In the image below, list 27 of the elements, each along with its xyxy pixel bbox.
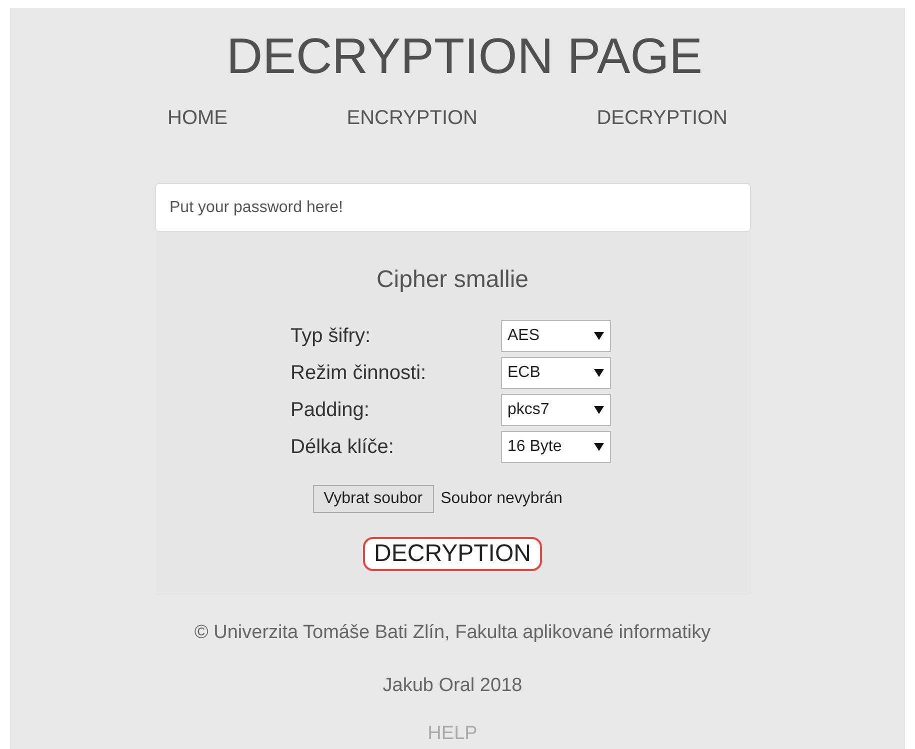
- select-dropdown[interactable]: AES: [500, 320, 610, 352]
- field-label: Padding:: [290, 398, 370, 423]
- select-dropdown[interactable]: 16 Byte: [500, 431, 610, 463]
- field-label: Délka klíče:: [290, 435, 395, 460]
- page-title: DECRYPTION PAGE: [226, 28, 703, 84]
- dropdown-arrow-icon: [594, 369, 604, 377]
- select-dropdown[interactable]: pkcs7: [500, 394, 610, 426]
- select-value: 16 Byte: [508, 437, 562, 457]
- decryption-button[interactable]: DECRYPTION: [363, 537, 542, 571]
- panel-heading: Cipher smallie: [376, 266, 529, 294]
- copyright-text: © Univerzita Tomáše Bati Zlín, Fakulta aplikované informatiky: [194, 621, 711, 645]
- password-field[interactable]: Put your password here!: [154, 183, 750, 232]
- author-text: Jakub Oral 2018: [382, 674, 522, 698]
- dropdown-arrow-icon: [594, 443, 604, 451]
- nav-link[interactable]: HOME: [168, 106, 228, 130]
- field-label: Typ šifry:: [290, 324, 372, 349]
- dropdown-arrow-icon: [594, 332, 604, 340]
- dropdown-arrow-icon: [594, 406, 604, 414]
- nav-link[interactable]: ENCRYPTION: [346, 106, 478, 130]
- select-value: ECB: [508, 363, 540, 383]
- nav-link[interactable]: DECRYPTION: [596, 106, 728, 130]
- select-dropdown[interactable]: ECB: [500, 357, 610, 389]
- file-status: Soubor nevybrán: [440, 489, 562, 509]
- file-button[interactable]: Vybrat soubor: [312, 485, 434, 513]
- select-value: pkcs7: [508, 400, 550, 420]
- field-label: Režim činnosti:: [290, 361, 428, 386]
- select-value: AES: [508, 326, 540, 346]
